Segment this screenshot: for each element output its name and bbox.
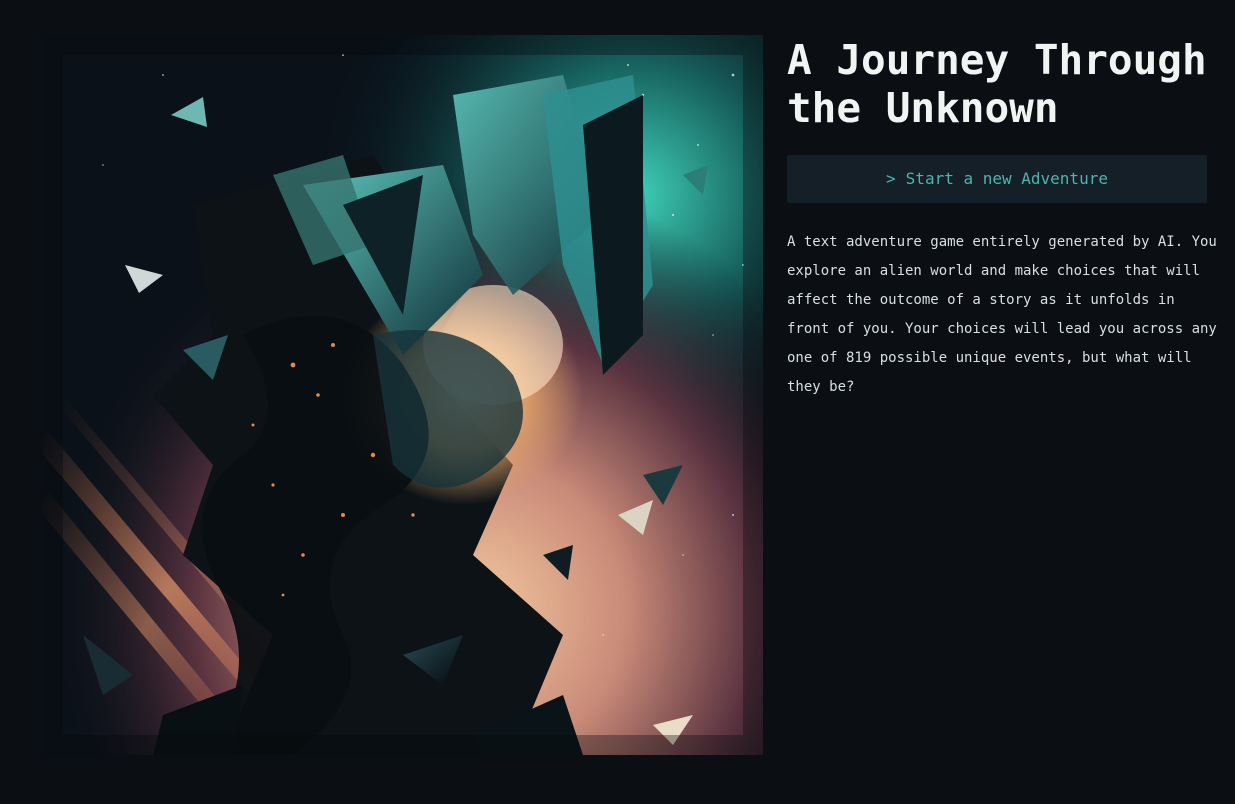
prompt-caret-icon: > — [886, 169, 896, 188]
game-description: A text adventure game entirely generated… — [787, 234, 1217, 395]
game-title: A Journey Through the Unknown — [787, 36, 1207, 132]
start-adventure-button[interactable]: > Start a new Adventure — [787, 155, 1207, 203]
hero-artwork — [43, 35, 763, 755]
start-adventure-label: Start a new Adventure — [905, 169, 1108, 188]
cosmic-explosion-illustration — [43, 35, 763, 755]
